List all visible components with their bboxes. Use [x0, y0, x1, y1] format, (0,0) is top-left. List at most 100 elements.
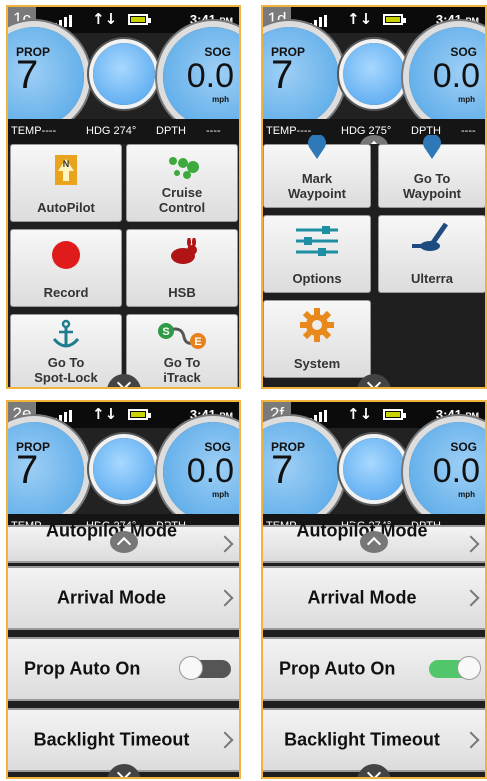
heading-readout: HDG 274°	[86, 125, 137, 137]
arrival-mode-row[interactable]: Arrival Mode	[8, 566, 239, 630]
temp-readout: TEMP----	[266, 125, 312, 137]
temp-readout: TEMP----	[11, 125, 57, 137]
backlight-timeout-row[interactable]: Backlight Timeout	[8, 708, 239, 772]
prop-value: 7	[16, 53, 39, 97]
mark-waypoint-button[interactable]: Mark Waypoint	[263, 135, 371, 208]
data-transfer-icon: ↑↓	[92, 10, 118, 28]
depth-value: ----	[461, 125, 476, 137]
hsb-button[interactable]: HSB	[126, 229, 238, 307]
clock: 3:41 PM	[189, 407, 233, 422]
data-transfer-icon: ↑↓	[347, 10, 373, 28]
record-icon	[52, 241, 80, 269]
arrival-mode-row[interactable]: Arrival Mode	[263, 566, 485, 630]
prop-auto-on-row[interactable]: Prop Auto On	[263, 637, 485, 701]
depth-label: DPTH	[156, 125, 186, 137]
itrack-icon: SE	[158, 323, 206, 349]
backlight-timeout-label: Backlight Timeout	[33, 729, 190, 750]
scroll-up-chevron-icon[interactable]	[360, 531, 388, 553]
go-to-waypoint-label: Go To Waypoint	[402, 171, 461, 201]
tile-grid: Mark Waypoint Go To Waypoint Options Ult…	[263, 135, 485, 387]
go-to-itrack-button[interactable]: SE Go To iTrack	[126, 314, 238, 387]
autopilot-button[interactable]: N AutoPilot	[10, 144, 122, 222]
cruise-control-button[interactable]: Cruise Control	[126, 144, 238, 222]
sliders-icon	[296, 226, 338, 256]
battery-icon	[128, 14, 151, 25]
prop-value: 7	[271, 53, 294, 97]
battery-icon	[128, 409, 151, 420]
tile-grid: N AutoPilot Cruise Control Record HSB Go…	[8, 144, 239, 387]
cruise-control-label: Cruise Control	[158, 185, 206, 215]
sog-value: 0.0	[432, 57, 480, 95]
prop-auto-on-label: Prop Auto On	[24, 658, 141, 679]
anchor-icon	[52, 319, 80, 348]
screen-2e: 2e ↑↓ 3:41 PM PROP 7 SOG 0.0 mph TEMP---…	[6, 400, 241, 779]
center-gauge	[343, 43, 405, 105]
ulterra-label: Ulterra	[411, 271, 453, 286]
sog-value: 0.0	[186, 57, 234, 95]
screen-2f: 2f ↑↓ 3:41 PM PROP 7 SOG 0.0 mph TEMP---…	[261, 400, 487, 779]
prop-value: 7	[271, 448, 294, 492]
mark-waypoint-label: Mark Waypoint	[287, 171, 346, 201]
screen-1d: 1d ↑↓ 3:41 PM PROP 7 SOG 0.0 mph TEMP---…	[261, 5, 487, 389]
arrival-mode-label: Arrival Mode	[307, 587, 417, 608]
sog-value: 0.0	[432, 452, 480, 490]
record-button[interactable]: Record	[10, 229, 122, 307]
rabbit-icon	[171, 238, 197, 264]
go-to-itrack-label: Go To iTrack	[163, 355, 201, 385]
system-button[interactable]: System	[263, 300, 371, 378]
chevron-right-icon	[216, 535, 234, 553]
backlight-timeout-label: Backlight Timeout	[284, 729, 440, 750]
signal-icon	[309, 15, 329, 27]
battery-icon	[383, 409, 406, 420]
record-label: Record	[43, 285, 89, 300]
prop-auto-on-label: Prop Auto On	[279, 658, 396, 679]
settings-list: Autopilot Mode Arrival Mode Prop Auto On…	[263, 521, 485, 777]
svg-text:N: N	[63, 159, 70, 169]
system-label: System	[293, 356, 341, 371]
arrival-mode-label: Arrival Mode	[56, 587, 167, 608]
sog-unit: mph	[458, 490, 475, 499]
chevron-right-icon	[462, 535, 480, 553]
depth-value: ----	[206, 125, 221, 137]
sog-unit: mph	[458, 95, 475, 104]
clock: 3:41 PM	[189, 12, 233, 27]
svg-text:E: E	[194, 336, 201, 348]
battery-icon	[383, 14, 406, 25]
options-button[interactable]: Options	[263, 215, 371, 293]
center-gauge	[343, 438, 405, 500]
go-to-spot-lock-label: Go To Spot-Lock	[34, 355, 98, 385]
gauge-cluster: PROP 7 SOG 0.0 mph	[8, 27, 239, 127]
gauge-cluster: PROP 7 SOG 0.0 mph	[8, 422, 239, 522]
center-gauge	[92, 438, 155, 500]
prop-value: 7	[16, 448, 39, 492]
chevron-right-icon	[216, 731, 234, 749]
chevron-right-icon	[462, 731, 480, 749]
signal-icon	[54, 15, 74, 27]
map-pin-icon	[308, 135, 326, 159]
signal-icon	[54, 410, 74, 422]
settings-list: Autopilot Mode Arrival Mode Prop Auto On…	[8, 521, 239, 777]
toggle-knob	[179, 656, 203, 680]
prop-auto-on-toggle[interactable]	[429, 656, 481, 680]
signal-icon	[309, 410, 329, 422]
clock: 3:41 PM	[435, 407, 479, 422]
hsb-label: HSB	[168, 285, 196, 300]
scroll-up-chevron-icon[interactable]	[109, 531, 138, 553]
data-transfer-icon: ↑↓	[92, 405, 118, 423]
backlight-timeout-row[interactable]: Backlight Timeout	[263, 708, 485, 772]
svg-text:S: S	[162, 326, 169, 338]
ulterra-button[interactable]: Ulterra	[378, 215, 485, 293]
go-to-waypoint-button[interactable]: Go To Waypoint	[378, 135, 485, 208]
autopilot-label: AutoPilot	[37, 200, 95, 215]
autopilot-icon: N	[55, 155, 77, 185]
sog-unit: mph	[212, 95, 229, 104]
prop-auto-on-toggle[interactable]	[179, 656, 231, 680]
center-gauge	[92, 43, 155, 105]
gear-icon	[300, 308, 334, 342]
trolling-motor-icon	[412, 222, 449, 251]
map-pin-icon	[423, 135, 441, 159]
screen-1c: 1c ↑↓ 3:41 PM PROP 7 SOG 0.0 mph TEMP---…	[6, 5, 241, 389]
options-label: Options	[292, 271, 342, 286]
go-to-spot-lock-button[interactable]: Go To Spot-Lock	[10, 314, 122, 387]
prop-auto-on-row[interactable]: Prop Auto On	[8, 637, 239, 701]
